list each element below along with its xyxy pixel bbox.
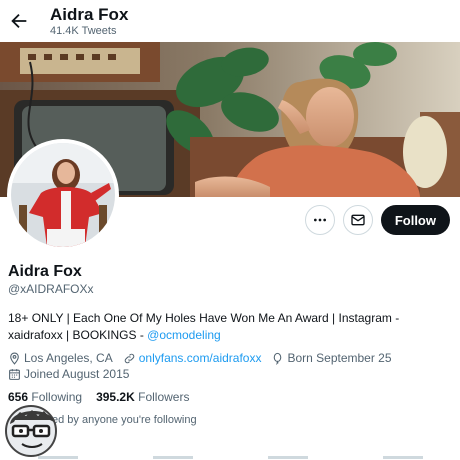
followers-count: 395.2K (96, 390, 135, 404)
more-options-button[interactable] (304, 205, 335, 235)
balloon-icon (274, 352, 282, 365)
envelope-icon (351, 214, 365, 226)
header-name: Aidra Fox (50, 5, 129, 24)
followers-count-link[interactable]: 395.2K Followers (96, 390, 189, 404)
top-bar: Aidra Fox 41.4K Tweets (0, 0, 460, 42)
tab-indicator[interactable] (267, 456, 308, 459)
profile-tabs (0, 450, 460, 460)
profile-actions: Follow (304, 205, 450, 235)
website-item: onlyfans.com/aidrafoxx (123, 350, 262, 366)
location-pin-icon (10, 352, 19, 365)
message-button[interactable] (342, 205, 373, 235)
followers-label: Followers (138, 390, 190, 404)
tab-indicator[interactable] (152, 456, 193, 459)
birthday-text: Born September 25 (287, 351, 392, 365)
more-icon (313, 218, 326, 222)
back-arrow-icon[interactable] (8, 10, 30, 32)
profile-bio: 18+ ONLY | Each One Of My Holes Have Won… (8, 310, 454, 344)
tab-indicator[interactable] (382, 456, 423, 459)
profile-handle: @xAIDRAFOXx (8, 282, 94, 296)
tab-indicator[interactable] (37, 456, 78, 459)
link-icon (124, 353, 134, 363)
bio-mention-link[interactable]: @ocmodeling (147, 328, 221, 342)
header-tweet-count: 41.4K Tweets (50, 25, 117, 37)
profile-avatar[interactable] (7, 139, 119, 251)
location-item: Los Angeles, CA (8, 350, 113, 366)
birthday-item: Born September 25 (271, 350, 392, 366)
location-text: Los Angeles, CA (24, 351, 113, 365)
avatar-image (11, 143, 115, 247)
website-link[interactable]: onlyfans.com/aidrafoxx (139, 350, 262, 366)
profile-meta: Los Angeles, CA onlyfans.com/aidrafoxx B… (8, 350, 458, 382)
profile-name: Aidra Fox (8, 263, 82, 280)
followed-by-text: ed by anyone you're following (52, 414, 197, 426)
joined-item: Joined August 2015 (8, 366, 129, 382)
follow-button[interactable]: Follow (380, 205, 450, 235)
calendar-icon (9, 368, 20, 380)
joined-text: Joined August 2015 (24, 367, 130, 381)
